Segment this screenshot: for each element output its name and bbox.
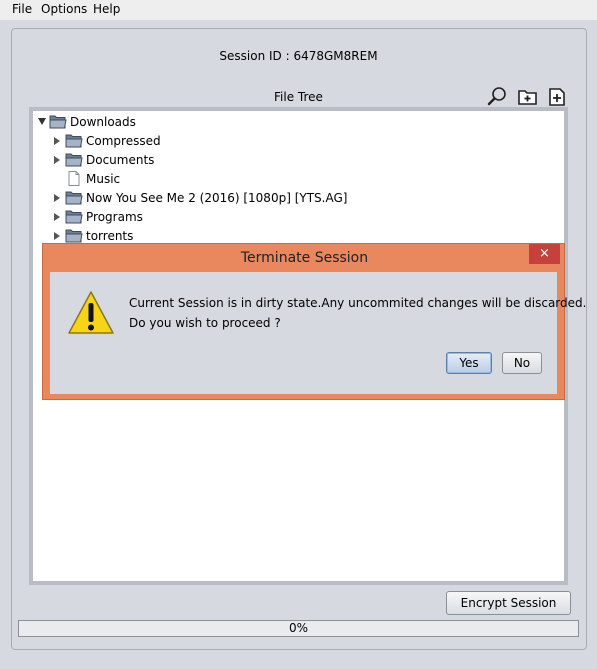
tree-label: Downloads (70, 115, 136, 129)
tree-label: Compressed (86, 134, 161, 148)
new-folder-icon[interactable] (517, 86, 539, 108)
dialog-message-line1: Current Session is in dirty state.Any un… (129, 296, 587, 310)
yes-label: Yes (459, 356, 479, 370)
progress-bar: 0% (18, 620, 579, 637)
tree-label: Programs (86, 210, 143, 224)
tree-label: Documents (86, 153, 155, 167)
file-tree-label: File Tree (274, 90, 323, 104)
file-icon (65, 171, 83, 186)
tree-label: Music (86, 172, 121, 186)
tree-item-music[interactable]: Music (33, 170, 533, 188)
close-icon: × (539, 246, 550, 261)
expand-arrow-icon[interactable] (54, 213, 60, 221)
tree-item-now-you-see-me[interactable]: Now You See Me 2 (2016) [1080p] [YTS.AG] (33, 189, 533, 207)
folder-open-icon (49, 114, 67, 129)
session-id-label: Session ID : 6478GM8REM (219, 49, 378, 63)
encrypt-session-button[interactable]: Encrypt Session (446, 591, 571, 615)
no-button[interactable]: No (502, 352, 542, 374)
collapse-arrow-icon[interactable] (38, 118, 46, 125)
dialog-body: Current Session is in dirty state.Any un… (50, 272, 586, 394)
tree-root-downloads[interactable]: Downloads (33, 113, 333, 131)
tree-item-documents[interactable]: Documents (33, 151, 533, 169)
expand-arrow-icon[interactable] (54, 137, 60, 145)
menu-file[interactable]: File (12, 2, 32, 17)
tree-item-programs[interactable]: Programs (33, 208, 533, 226)
folder-icon (65, 152, 83, 167)
folder-icon (65, 133, 83, 148)
yes-button[interactable]: Yes (446, 352, 492, 374)
menu-help[interactable]: Help (93, 2, 120, 17)
close-button[interactable]: × (529, 244, 560, 264)
dialog-title: Terminate Session (240, 250, 369, 266)
expand-arrow-icon[interactable] (54, 156, 60, 164)
expand-arrow-icon[interactable] (54, 194, 60, 202)
no-label: No (513, 356, 531, 370)
new-file-icon[interactable] (546, 86, 568, 108)
tree-label: Now You See Me 2 (2016) [1080p] [YTS.AG] (86, 191, 348, 205)
menu-options[interactable]: Options (41, 2, 87, 17)
progress-text: 0% (288, 621, 309, 635)
expand-arrow-icon[interactable] (54, 232, 60, 240)
search-icon[interactable] (487, 86, 509, 108)
folder-icon (65, 190, 83, 205)
menu-bar: File Options Help (0, 0, 597, 20)
dialog-message-line2: Do you wish to proceed ? (129, 316, 281, 330)
warning-icon (67, 290, 115, 336)
tree-item-compressed[interactable]: Compressed (33, 132, 533, 150)
terminate-session-dialog: Terminate Session × Current Session is i… (42, 243, 586, 400)
folder-icon (65, 209, 83, 224)
folder-icon (65, 228, 83, 243)
